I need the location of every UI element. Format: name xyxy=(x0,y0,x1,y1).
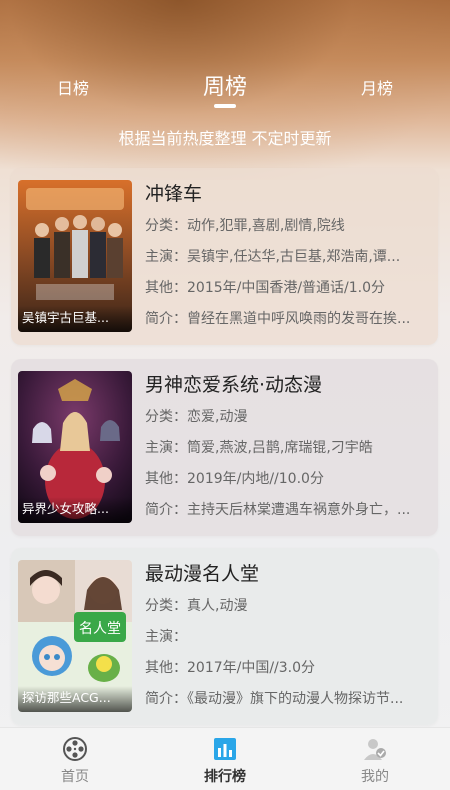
item-category: 分类：真人,动漫 xyxy=(145,598,248,614)
poster-image: 异界少女攻略... xyxy=(18,371,132,523)
item-other: 其他：2015年/中国香港/普通话/1.0分 xyxy=(145,280,386,296)
ranking-list-item[interactable]: 异界少女攻略... 男神恋爱系统·动态漫 分类：恋爱,动漫 主演：筒爱,燕波,吕… xyxy=(11,359,438,536)
item-cast: 主演： xyxy=(145,629,187,645)
item-title: 冲锋车 xyxy=(145,183,203,205)
tab-daily[interactable]: 日榜 xyxy=(50,75,96,99)
item-cast: 主演：吴镇宇,任达华,古巨基,郑浩南,谭... xyxy=(145,249,401,265)
tab-monthly[interactable]: 月榜 xyxy=(354,75,400,99)
nav-profile-label: 我的 xyxy=(361,769,389,785)
item-cast: 主演：筒爱,燕波,吕鹊,席瑞锟,刁宇皓 xyxy=(145,440,373,456)
poster-caption: 探访那些ACG... xyxy=(18,686,132,712)
item-category: 分类：动作,犯罪,喜剧,剧情,院线 xyxy=(145,218,345,234)
film-reel-icon xyxy=(63,737,87,761)
tab-weekly[interactable]: 周榜 xyxy=(196,69,254,101)
item-info: 冲锋车 分类：动作,犯罪,喜剧,剧情,院线 主演：吴镇宇,任达华,古巨基,郑浩南… xyxy=(145,178,433,334)
item-info: 男神恋爱系统·动态漫 分类：恋爱,动漫 主演：筒爱,燕波,吕鹊,席瑞锟,刁宇皓 … xyxy=(145,369,433,525)
item-title: 男神恋爱系统·动态漫 xyxy=(145,374,323,396)
ranking-subtitle: 根据当前热度整理 不定时更新 xyxy=(118,129,332,148)
nav-profile[interactable]: 我的 xyxy=(300,728,450,790)
ranking-list-item[interactable]: 名人堂 探访那些ACG... 最动漫名人堂 分类：真人,动漫 主演： 其他：20… xyxy=(11,548,438,725)
item-intro: 简介：《最动漫》旗下的动漫人物探访节... xyxy=(145,691,404,707)
ranking-list-item[interactable]: 吴镇宇古巨基... 冲锋车 分类：动作,犯罪,喜剧,剧情,院线 主演：吴镇宇,任… xyxy=(11,168,438,345)
nav-home-label: 首页 xyxy=(61,769,89,785)
user-profile-icon xyxy=(364,739,386,760)
item-info: 最动漫名人堂 分类：真人,动漫 主演： 其他：2017年/中国//3.0分 简介… xyxy=(145,558,433,714)
poster-image: 吴镇宇古巨基... xyxy=(18,180,132,332)
poster-caption: 吴镇宇古巨基... xyxy=(18,306,132,332)
nav-home[interactable]: 首页 xyxy=(0,728,150,790)
item-other: 其他：2019年/内地//10.0分 xyxy=(145,471,324,487)
ranking-chart-icon xyxy=(214,738,236,760)
item-title: 最动漫名人堂 xyxy=(145,563,260,585)
svg-text:名人堂: 名人堂 xyxy=(79,621,121,637)
nav-ranking[interactable]: 排行榜 xyxy=(150,728,300,790)
ranking-tabs: 日榜 周榜 月榜 xyxy=(0,62,450,112)
item-other: 其他：2017年/中国//3.0分 xyxy=(145,660,316,676)
item-intro: 简介：曾经在黑道中呼风唤雨的发哥在挨... xyxy=(145,311,411,327)
nav-ranking-label: 排行榜 xyxy=(204,769,246,785)
poster-image: 名人堂 探访那些ACG... xyxy=(18,560,132,712)
item-intro: 简介：主持天后林棠遭遇车祸意外身亡，... xyxy=(145,502,411,518)
bottom-navigation: 首页 排行榜 我的 xyxy=(0,727,450,790)
poster-caption: 异界少女攻略... xyxy=(18,497,132,523)
item-category: 分类：恋爱,动漫 xyxy=(145,409,248,425)
active-tab-indicator xyxy=(214,104,236,108)
